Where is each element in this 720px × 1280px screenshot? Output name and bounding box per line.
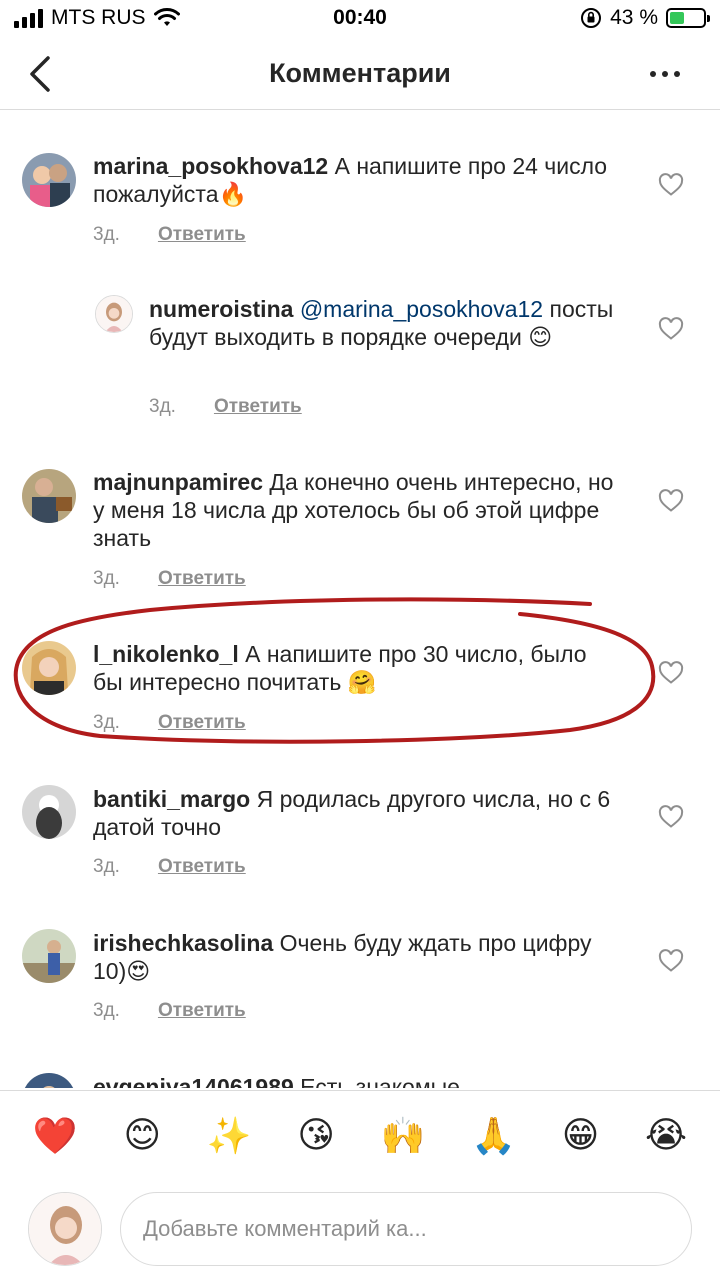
heart-icon[interactable] — [658, 317, 684, 341]
comment-mention[interactable]: @marina_posokhova12 — [300, 296, 543, 322]
status-right: 43 % — [580, 6, 710, 30]
battery-percent: 43 % — [610, 6, 658, 29]
kiss-emoji-button[interactable]: 😘 — [297, 1115, 335, 1156]
pray-emoji-button[interactable]: 🙏 — [471, 1115, 516, 1157]
reply-button[interactable]: Ответить — [158, 568, 246, 590]
avatar[interactable] — [22, 153, 76, 207]
smile-emoji-button[interactable]: 😊 — [123, 1115, 161, 1156]
battery-icon — [666, 8, 710, 28]
reply-button[interactable]: Ответить — [158, 224, 246, 246]
comment-username[interactable]: l_nikolenko_l — [93, 641, 239, 667]
reply-button[interactable]: Ответить — [158, 1000, 246, 1022]
comment-username[interactable]: irishechkasolina — [93, 930, 273, 956]
avatar[interactable] — [95, 295, 133, 333]
comment-time: 3д. — [93, 712, 120, 733]
header: Комментарии — [0, 40, 720, 110]
status-bar: MTS RUS 00:40 43 % — [0, 0, 720, 40]
battery-fill — [670, 12, 684, 24]
emoji-quick-bar: ❤️ 😊 ✨ 😘 🙌 🙏 😁 😭 — [0, 1090, 720, 1180]
avatar — [28, 1192, 102, 1266]
avatar[interactable] — [22, 785, 76, 839]
sparkles-emoji-button[interactable]: ✨ — [207, 1115, 252, 1157]
cry-emoji-button[interactable]: 😭 — [645, 1115, 687, 1156]
comment-input-row — [0, 1180, 720, 1280]
grin-emoji-button[interactable]: 😁 — [562, 1115, 600, 1156]
heart-icon[interactable] — [658, 661, 684, 685]
comment-time: 3д. — [149, 396, 176, 417]
avatar[interactable] — [22, 929, 76, 983]
comment-username[interactable]: evgeniya14061989 — [93, 1074, 294, 1088]
comment-body: Есть знакомые — [300, 1074, 460, 1088]
heart-icon[interactable] — [658, 173, 684, 197]
heart-icon[interactable] — [658, 949, 684, 973]
orientation-lock-icon — [581, 8, 602, 28]
comment-username[interactable]: majnunpamirec — [93, 469, 263, 495]
raised-hands-emoji-button[interactable]: 🙌 — [381, 1115, 426, 1157]
more-options-icon[interactable] — [648, 62, 682, 86]
reply-button[interactable]: Ответить — [158, 712, 246, 734]
comment-username[interactable]: numeroistina — [149, 296, 293, 322]
avatar[interactable] — [22, 1073, 76, 1088]
comment-time: 3д. — [93, 568, 120, 589]
comment-time: 3д. — [93, 224, 120, 245]
comment-time: 3д. — [93, 1000, 120, 1021]
avatar[interactable] — [22, 469, 76, 523]
page-title: Комментарии — [269, 58, 451, 88]
comment-input[interactable] — [120, 1192, 692, 1266]
heart-emoji-button[interactable]: ❤️ — [33, 1115, 78, 1157]
comment-username[interactable]: marina_posokhova12 — [93, 153, 328, 179]
avatar[interactable] — [22, 641, 76, 695]
reply-button[interactable]: Ответить — [158, 856, 246, 878]
comments-list: marina_posokhova12 А напишите про 24 чис… — [0, 111, 720, 1088]
heart-icon[interactable] — [658, 489, 684, 513]
comment-username[interactable]: bantiki_margo — [93, 786, 250, 812]
comment-time: 3д. — [93, 856, 120, 877]
reply-button[interactable]: Ответить — [214, 396, 302, 418]
heart-icon[interactable] — [658, 805, 684, 829]
